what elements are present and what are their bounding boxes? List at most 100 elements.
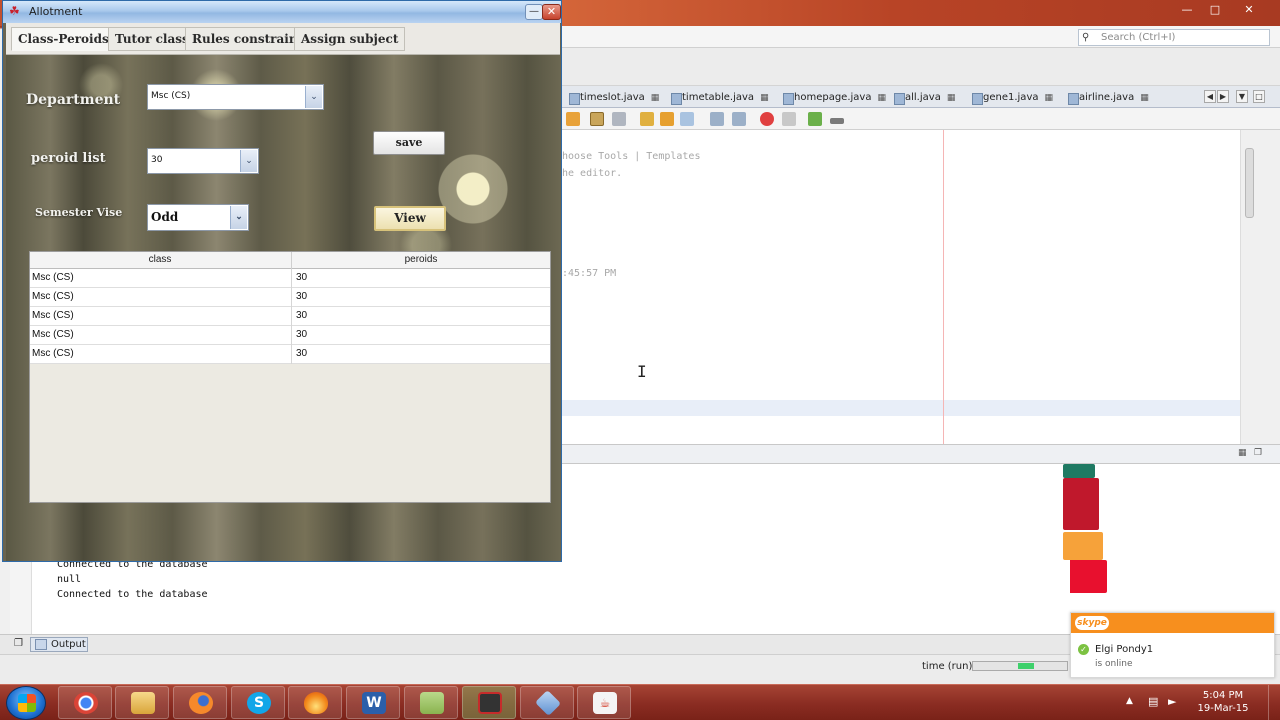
maximize-editor-icon[interactable]: □	[1253, 90, 1265, 103]
chevron-down-icon[interactable]: ⌄	[230, 206, 247, 229]
restore-panel-icon[interactable]: ❐	[1254, 448, 1262, 458]
cell-class: Msc (CS)	[32, 291, 74, 302]
cell-peroids: 30	[291, 345, 550, 364]
semester-select[interactable]: Odd ⌄	[147, 204, 249, 231]
minimize-panel-icon[interactable]: ▦	[1238, 448, 1247, 458]
table-row[interactable]: Msc (CS) 30	[30, 288, 550, 307]
editor-tab-label: timetable.java	[682, 92, 755, 103]
java-icon[interactable]: ☕	[577, 686, 631, 719]
skype-notification[interactable]: skype ✓ Elgi Pondy1 is online	[1070, 612, 1275, 678]
chrome-icon[interactable]	[58, 686, 112, 719]
close-icon[interactable]: ✕	[1238, 2, 1260, 18]
chevron-down-icon[interactable]: ⌄	[305, 86, 322, 108]
window-title: Allotment	[29, 5, 83, 18]
tab-rules-constraint[interactable]: Rules constraint	[185, 27, 311, 51]
skype-icon[interactable]: S	[231, 686, 285, 719]
comment-icon[interactable]	[808, 112, 822, 126]
editor-scrollbar[interactable]	[1240, 130, 1258, 444]
chevron-down-icon[interactable]: ⌄	[240, 150, 257, 172]
show-desktop-button[interactable]	[1268, 685, 1280, 720]
code-editor[interactable]	[560, 130, 1240, 444]
system-clock[interactable]: 5:04 PM 19-Mar-15	[1188, 689, 1258, 715]
editor-tab[interactable]: timetable.java ▦	[670, 90, 769, 106]
clock-time: 5:04 PM	[1202, 690, 1244, 701]
notes-icon[interactable]	[404, 686, 458, 719]
class-peroids-table: class peroids Msc (CS) 30 Msc (CS) 30 Ms…	[29, 251, 551, 503]
tab-output[interactable]: Output	[30, 637, 88, 652]
tab-list-icon[interactable]: ▼	[1236, 90, 1248, 103]
table-row[interactable]: Msc (CS) 30	[30, 269, 550, 288]
explorer-icon[interactable]	[115, 686, 169, 719]
restore-window-icon[interactable]: ❐	[14, 638, 23, 649]
run-status-label[interactable]: time (run)	[922, 661, 972, 672]
volume-icon[interactable]: ►	[1168, 695, 1182, 708]
close-tab-icon[interactable]: ▦	[877, 93, 886, 103]
allotment-titlebar[interactable]: ☘ Allotment — ✕	[3, 1, 561, 23]
search-icon: ⚲	[1082, 32, 1090, 43]
shift-left-icon[interactable]	[710, 112, 724, 126]
class-peroids-panel: Department Msc (CS) ⌄ peroid list 30 ⌄ S…	[6, 55, 560, 561]
table-row[interactable]: Msc (CS) 30	[30, 307, 550, 326]
code-line: he editor.	[562, 168, 623, 179]
editor-tab-label: gene1.java	[983, 92, 1039, 103]
tray-expand-icon[interactable]: ▲	[1126, 696, 1133, 706]
close-tab-icon[interactable]: ▦	[760, 93, 769, 103]
tab-tutor-class[interactable]: Tutor class	[108, 27, 196, 51]
minimize-icon[interactable]: —	[1176, 2, 1198, 18]
scroll-left-icon[interactable]: ◀	[1204, 90, 1216, 103]
text-cursor-icon: I	[637, 362, 647, 381]
editor-toolbar	[560, 108, 1280, 130]
editor-tab-label: all.java	[905, 92, 941, 103]
period-list-value: 30	[151, 155, 163, 165]
column-header-peroids[interactable]: peroids	[291, 252, 550, 269]
editor-tab[interactable]: homepage.java ▦	[782, 90, 886, 106]
editor-tab[interactable]: airline.java ▦	[1067, 90, 1149, 106]
close-tab-icon[interactable]: ▦	[651, 93, 660, 103]
flame-icon[interactable]	[288, 686, 342, 719]
stop-macro-icon[interactable]	[782, 112, 796, 126]
table-row[interactable]: Msc (CS) 30	[30, 326, 550, 345]
start-button[interactable]	[6, 686, 46, 720]
search-placeholder: Search (Ctrl+I)	[1101, 32, 1176, 43]
tab-class-peroids[interactable]: Class-Peroids	[11, 27, 116, 51]
editor-tab-label: homepage.java	[794, 92, 872, 103]
search-input[interactable]: ⚲ Search (Ctrl+I)	[1078, 29, 1270, 46]
find-next-icon[interactable]	[660, 112, 674, 126]
scrollbar-thumb[interactable]	[1245, 148, 1254, 218]
network-icon[interactable]: ▤	[1148, 695, 1162, 708]
close-tab-icon[interactable]: ▦	[1044, 93, 1053, 103]
editor-tab[interactable]: timeslot.java ▦	[568, 90, 659, 106]
find-icon[interactable]	[640, 112, 654, 126]
close-tab-icon[interactable]: ▦	[947, 93, 956, 103]
word-icon[interactable]: W	[346, 686, 400, 719]
right-margin-line	[943, 130, 944, 444]
cell-peroids: 30	[291, 307, 550, 326]
column-header-class[interactable]: class	[30, 252, 290, 269]
maximize-icon[interactable]: □	[1204, 2, 1226, 18]
department-select[interactable]: Msc (CS) ⌄	[147, 84, 324, 110]
record-macro-icon[interactable]	[760, 112, 774, 126]
camera-icon[interactable]	[462, 686, 516, 719]
firefox-icon[interactable]	[173, 686, 227, 719]
editor-tab[interactable]: gene1.java ▦	[971, 90, 1053, 106]
uncomment-icon[interactable]	[830, 118, 844, 124]
close-tab-icon[interactable]: ▦	[1140, 93, 1149, 103]
minimize-button[interactable]: —	[525, 4, 543, 20]
view-button[interactable]: View	[374, 206, 446, 231]
shift-right-icon[interactable]	[732, 112, 746, 126]
back-icon[interactable]	[612, 112, 626, 126]
table-row[interactable]: Msc (CS) 30	[30, 345, 550, 364]
scroll-right-icon[interactable]: ▶	[1217, 90, 1229, 103]
contact-status: is online	[1095, 659, 1133, 669]
save-button[interactable]: save	[373, 131, 445, 155]
panel-splitter[interactable]: ▦ ❐	[560, 444, 1280, 464]
close-button[interactable]: ✕	[542, 4, 561, 20]
editor-tab[interactable]: all.java ▦	[893, 90, 955, 106]
period-list-label: peroid list	[31, 151, 106, 166]
virtualbox-icon[interactable]	[520, 686, 574, 719]
tab-assign-subject[interactable]: Assign subject	[294, 27, 406, 51]
toggle-icon[interactable]	[680, 112, 694, 126]
period-list-select[interactable]: 30 ⌄	[147, 148, 259, 174]
history-icon[interactable]	[590, 112, 604, 126]
source-icon[interactable]	[566, 112, 580, 126]
